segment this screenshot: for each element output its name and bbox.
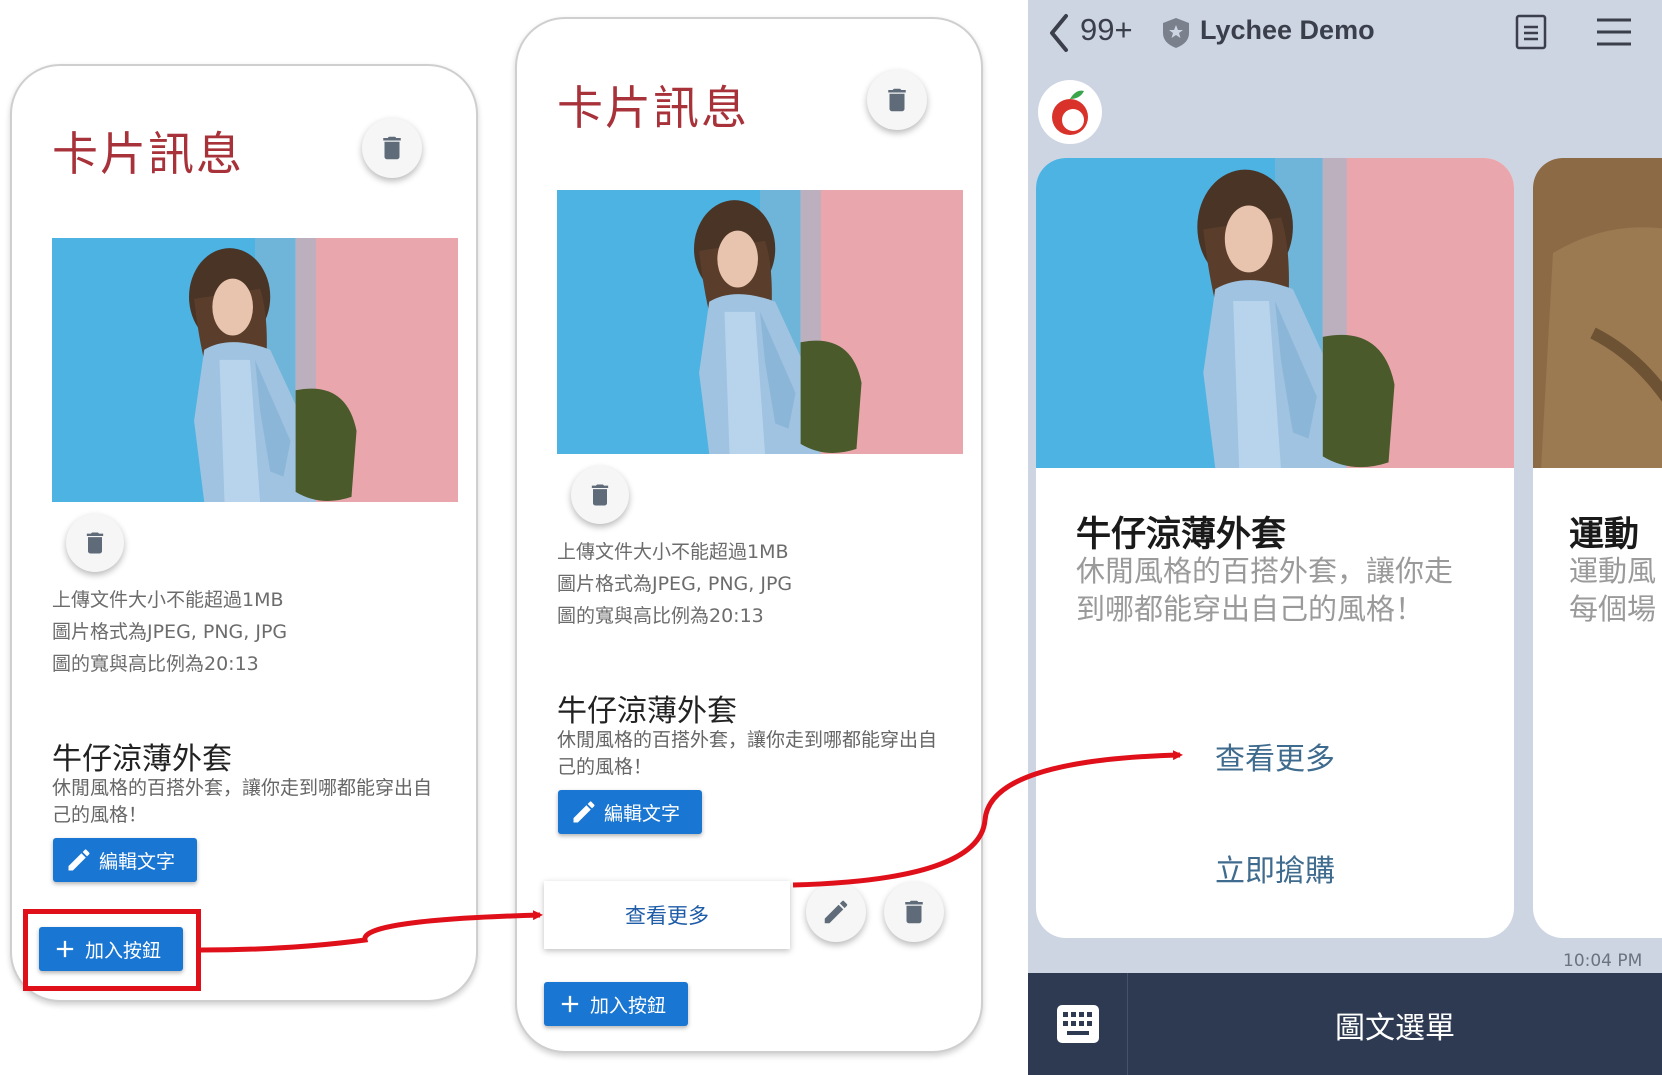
add-button-label: 加入按鈕 xyxy=(590,994,667,1017)
pencil-icon xyxy=(65,846,93,874)
upload-info-line: 圖的寬與高比例為20:13 xyxy=(557,605,764,627)
delete-image-button[interactable] xyxy=(571,466,629,524)
card-image[interactable] xyxy=(557,190,963,454)
card-title: 卡片訊息 xyxy=(557,81,749,135)
note-icon[interactable] xyxy=(1515,14,1547,50)
card-image xyxy=(1036,158,1514,468)
trash-icon xyxy=(81,529,109,557)
edit-action-button[interactable] xyxy=(806,882,866,942)
upload-info-line: 上傳文件大小不能超過1MB xyxy=(52,589,284,611)
card-image[interactable] xyxy=(52,238,458,502)
upload-info-line: 圖片格式為JPEG, PNG, JPG xyxy=(52,621,288,643)
plus-icon xyxy=(51,935,79,963)
carousel-card[interactable]: 運動 運動風 每個場 xyxy=(1533,158,1662,938)
upload-info-line: 上傳文件大小不能超過1MB xyxy=(557,541,789,563)
product-description: 休閒風格的百搭外套，讓你走到哪都能穿出自己的風格！ xyxy=(52,777,433,826)
card-title: 牛仔涼薄外套 xyxy=(1076,515,1287,555)
menu-icon[interactable] xyxy=(1596,18,1632,46)
carousel-card[interactable]: 牛仔涼薄外套 休閒風格的百搭外套，讓你走到哪都能穿出自己的風格！ 查看更多 立即… xyxy=(1036,158,1514,938)
card-description: 休閒風格的百搭外套，讓你走到哪都能穿出自己的風格！ xyxy=(1076,554,1454,626)
add-button[interactable]: 加入按鈕 xyxy=(544,982,688,1026)
trash-icon xyxy=(377,133,407,163)
action-button-preview[interactable]: 查看更多 xyxy=(544,881,790,949)
add-button-label: 加入按鈕 xyxy=(85,939,162,962)
card-description-line: 運動風 xyxy=(1569,554,1657,588)
keyboard-toggle[interactable] xyxy=(1028,973,1128,1075)
back-chevron-icon[interactable] xyxy=(1046,12,1070,54)
product-description: 休閒風格的百搭外套，讓你走到哪都能穿出自己的風格！ xyxy=(557,729,938,778)
card-title: 運動 xyxy=(1569,515,1640,555)
product-name: 牛仔涼薄外套 xyxy=(557,694,737,729)
line-chat-preview: 99+ Lychee Demo 牛仔涼薄外套 休閒風格的百搭外套，讓你走到哪都能… xyxy=(1028,0,1662,1075)
card-description-line: 每個場 xyxy=(1569,592,1657,626)
chat-name: Lychee Demo xyxy=(1200,15,1375,45)
keyboard-icon xyxy=(1056,1005,1099,1043)
unread-count: 99+ xyxy=(1080,12,1133,47)
card-image xyxy=(1533,158,1662,468)
message-timestamp: 10:04 PM xyxy=(1563,951,1643,971)
trash-icon xyxy=(586,481,614,509)
card-action-button[interactable]: 查看更多 xyxy=(1036,734,1514,778)
edit-text-label: 編輯文字 xyxy=(99,850,176,873)
edit-text-label: 編輯文字 xyxy=(604,802,681,825)
rich-menu-bar: 圖文選單 xyxy=(1028,973,1662,1075)
delete-image-button[interactable] xyxy=(66,514,124,572)
edit-text-button[interactable]: 編輯文字 xyxy=(558,790,702,834)
add-button[interactable]: 加入按鈕 xyxy=(39,927,183,971)
delete-card-button[interactable] xyxy=(867,70,927,130)
action-button-label: 查看更多 xyxy=(625,904,709,928)
pencil-icon xyxy=(570,798,598,826)
plus-icon xyxy=(556,990,584,1018)
delete-card-button[interactable] xyxy=(362,118,422,178)
edit-text-button[interactable]: 編輯文字 xyxy=(53,838,197,882)
upload-info-line: 圖片格式為JPEG, PNG, JPG xyxy=(557,573,793,595)
upload-info: 上傳文件大小不能超過1MB 圖片格式為JPEG, PNG, JPG 圖的寬與高比… xyxy=(557,536,792,632)
pencil-icon xyxy=(821,897,851,927)
trash-icon xyxy=(882,85,912,115)
card-title: 卡片訊息 xyxy=(52,127,244,181)
delete-action-button[interactable] xyxy=(884,882,944,942)
card-action-button[interactable]: 立即搶購 xyxy=(1036,846,1514,890)
rich-menu-label[interactable]: 圖文選單 xyxy=(1128,1003,1662,1047)
avatar[interactable] xyxy=(1038,80,1102,144)
shield-icon xyxy=(1163,18,1189,48)
product-name: 牛仔涼薄外套 xyxy=(52,742,232,777)
lychee-logo-icon xyxy=(1052,90,1088,135)
trash-icon xyxy=(899,897,929,927)
upload-info: 上傳文件大小不能超過1MB 圖片格式為JPEG, PNG, JPG 圖的寬與高比… xyxy=(52,584,287,680)
upload-info-line: 圖的寬與高比例為20:13 xyxy=(52,653,259,675)
